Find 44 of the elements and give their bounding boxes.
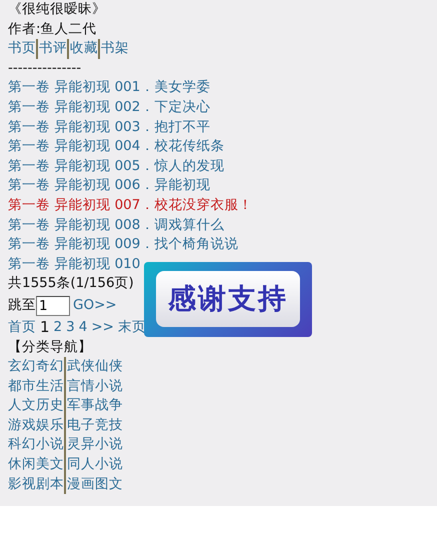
thanks-dialog[interactable]: 感谢支持 [144,262,312,337]
chapter-link[interactable]: 第一卷 异能初现 006．异能初现 [8,176,210,196]
separator-text: --------------- [8,58,82,78]
chapter-link[interactable]: 第一卷 异能初现 001．美女学委 [8,78,210,98]
go-link[interactable]: GO>> [73,296,117,316]
page-link[interactable]: 2 [54,318,62,338]
category-link[interactable]: 军事战争 [64,396,123,416]
chapter-link[interactable]: 第一卷 异能初现 005．惊人的发现 [8,156,224,176]
category-link[interactable]: 都市生活 [8,376,64,396]
category-heading: 【分类导航】 [8,338,92,356]
jump-label: 跳至 [8,296,36,316]
chapter-link[interactable]: 第一卷 异能初现 007．校花没穿衣服！ [8,196,252,216]
page-link[interactable]: 1 [40,318,50,338]
category-link[interactable]: 电子竞技 [64,416,123,436]
category-link[interactable]: 灵异小说 [64,435,123,456]
category-link[interactable]: 同人小说 [64,455,123,475]
page-input[interactable]: 1 [36,296,70,316]
chapter-link[interactable]: 第一卷 异能初现 003．抱打不平 [8,118,210,138]
book-title: 《很纯很暧昧》 [8,0,106,19]
chapter-link[interactable]: 第一卷 异能初现 004．校花传纸条 [8,137,224,157]
chapter-link[interactable]: 第一卷 异能初现 002．下定决心 [8,98,210,118]
nav-link[interactable]: 收藏 [67,39,98,59]
category-link[interactable]: 休闲美文 [8,455,64,475]
chapter-link[interactable]: 第一卷 异能初现 010 [8,254,140,274]
category-link[interactable]: 影视剧本 [8,474,64,494]
page-link[interactable]: >> [91,318,114,338]
nav-link[interactable]: 书架 [98,39,129,59]
page-link[interactable]: 4 [78,318,88,338]
category-link[interactable]: 游戏娱乐 [8,416,64,436]
nav-link[interactable]: 书评 [36,39,67,59]
chapter-link[interactable]: 第一卷 异能初现 009．找个椅角说说 [8,235,238,255]
category-link[interactable]: 漫画图文 [64,474,123,494]
category-link[interactable]: 言情小说 [64,376,123,396]
author: 作者:鱼人二代 [8,20,97,39]
category-link[interactable]: 武侠仙侠 [64,357,123,377]
page-link[interactable]: 末页 [118,318,146,338]
nav-link[interactable]: 书页 [8,39,36,59]
category-link[interactable]: 科幻小说 [8,435,64,456]
page-link[interactable]: 3 [66,318,75,338]
page-link[interactable]: 首页 [8,318,36,338]
record-count: 共1555条(1/156页) [8,274,134,294]
category-link[interactable]: 人文历史 [8,396,64,416]
chapter-link[interactable]: 第一卷 异能初现 008．调戏算什么 [8,216,224,236]
category-link[interactable]: 玄幻奇幻 [8,357,64,377]
